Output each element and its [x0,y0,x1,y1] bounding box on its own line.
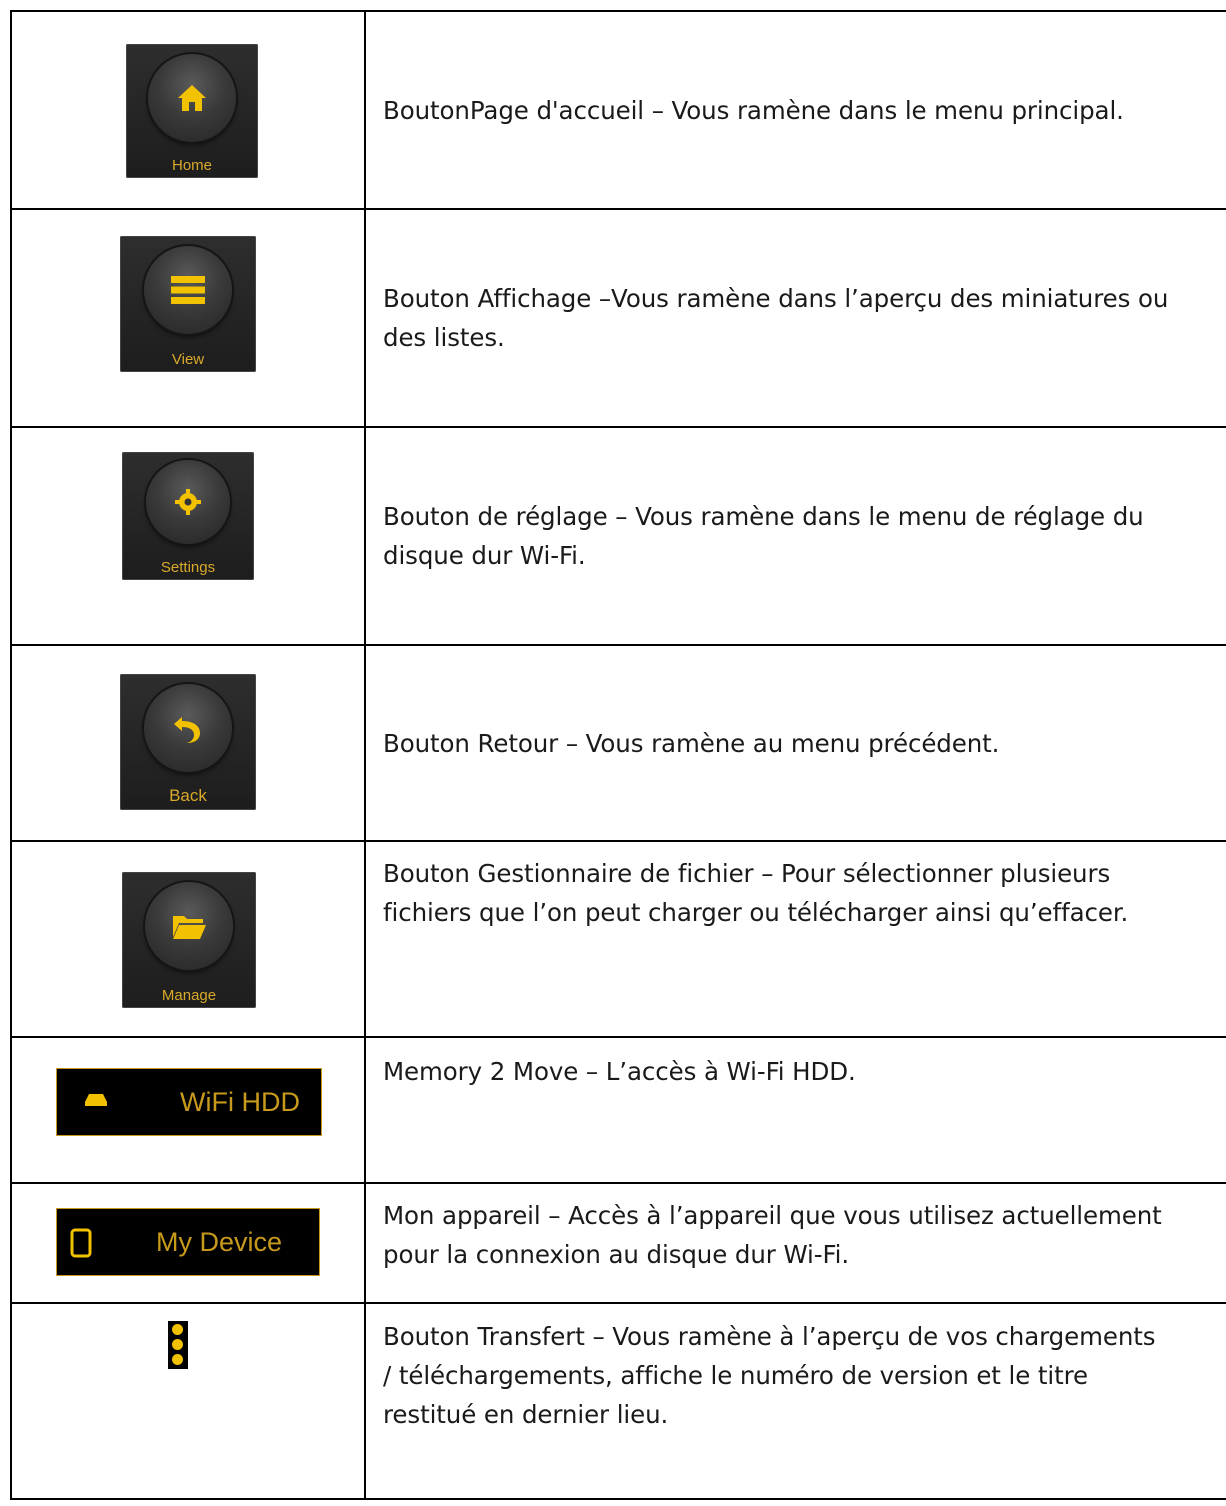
description-cell: Bouton Transfert – Vous ramène à l’aperç… [366,1304,1226,1498]
home-caption: Home [171,157,212,174]
manage-button-image: Manage [122,872,256,1008]
table-row: View Bouton Affichage –Vous ramène dans … [12,210,1226,428]
icon-cell: Settings [12,428,366,644]
description-cell: BoutonPage d'accueil – Vous ramène dans … [366,12,1226,208]
my-device-label: My Device [156,1226,283,1257]
description-cell: Bouton Affichage –Vous ramène dans l’ape… [366,210,1226,426]
row-description: Bouton Transfert – Vous ramène à l’aperç… [383,1322,1156,1429]
my-device-button-image: My Device [56,1208,320,1276]
view-button-image: View [120,236,256,372]
view-menu-icon [144,246,232,334]
table-row: My Device Mon appareil – Accès à l’appar… [12,1184,1226,1304]
description-cell: Bouton Gestionnaire de fichier – Pour sé… [366,842,1226,1036]
tablet-icon [70,1228,92,1258]
description-cell: Bouton Retour – Vous ramène au menu préc… [366,646,1226,840]
button-reference-table: Home BoutonPage d'accueil – Vous ramène … [10,10,1226,1500]
row-description: Bouton de réglage – Vous ramène dans le … [383,502,1144,570]
settings-button-image: Settings [122,452,254,580]
table-row: Settings Bouton de réglage – Vous ramène… [12,428,1226,646]
icon-cell: WiFi HDD [12,1038,366,1182]
icon-cell: Home [12,12,366,208]
settings-gear-icon [146,460,230,544]
table-row: Bouton Transfert – Vous ramène à l’aperç… [12,1304,1226,1500]
back-button-image: Back [120,674,256,810]
manage-caption: Manage [161,987,217,1004]
settings-caption: Settings [160,559,216,576]
folder-icon [145,882,233,970]
home-icon [148,54,236,142]
description-cell: Mon appareil – Accès à l’appareil que vo… [366,1184,1226,1302]
row-description: Memory 2 Move – L’accès à Wi-Fi HDD. [383,1057,856,1086]
home-button-image: Home [126,44,258,178]
table-row: Back Bouton Retour – Vous ramène au menu… [12,646,1226,842]
vertical-dots-icon [168,1321,188,1369]
table-row: Home BoutonPage d'accueil – Vous ramène … [12,12,1226,210]
row-description: Bouton Retour – Vous ramène au menu préc… [383,728,1000,758]
icon-cell: Manage [12,842,366,1036]
description-cell: Bouton de réglage – Vous ramène dans le … [366,428,1226,644]
back-caption: Back [169,786,207,805]
description-cell: Memory 2 Move – L’accès à Wi-Fi HDD. [366,1038,1226,1182]
row-description: Bouton Gestionnaire de fichier – Pour sé… [383,859,1129,927]
row-description: BoutonPage d'accueil – Vous ramène dans … [383,95,1124,125]
view-caption: View [171,351,205,368]
icon-cell: Back [12,646,366,840]
row-description: Bouton Affichage –Vous ramène dans l’ape… [383,284,1169,352]
wifi-hdd-label: WiFi HDD [180,1086,300,1117]
row-description: Mon appareil – Accès à l’appareil que vo… [383,1201,1162,1269]
icon-cell: My Device [12,1184,366,1302]
table-row: Manage Bouton Gestionnaire de fichier – … [12,842,1226,1038]
icon-cell [12,1304,366,1498]
back-arrow-icon [144,684,232,772]
icon-cell: View [12,210,366,426]
hdd-icon [85,1094,107,1106]
table-row: WiFi HDD Memory 2 Move – L’accès à Wi-Fi… [12,1038,1226,1184]
wifi-hdd-button-image: WiFi HDD [56,1068,322,1136]
